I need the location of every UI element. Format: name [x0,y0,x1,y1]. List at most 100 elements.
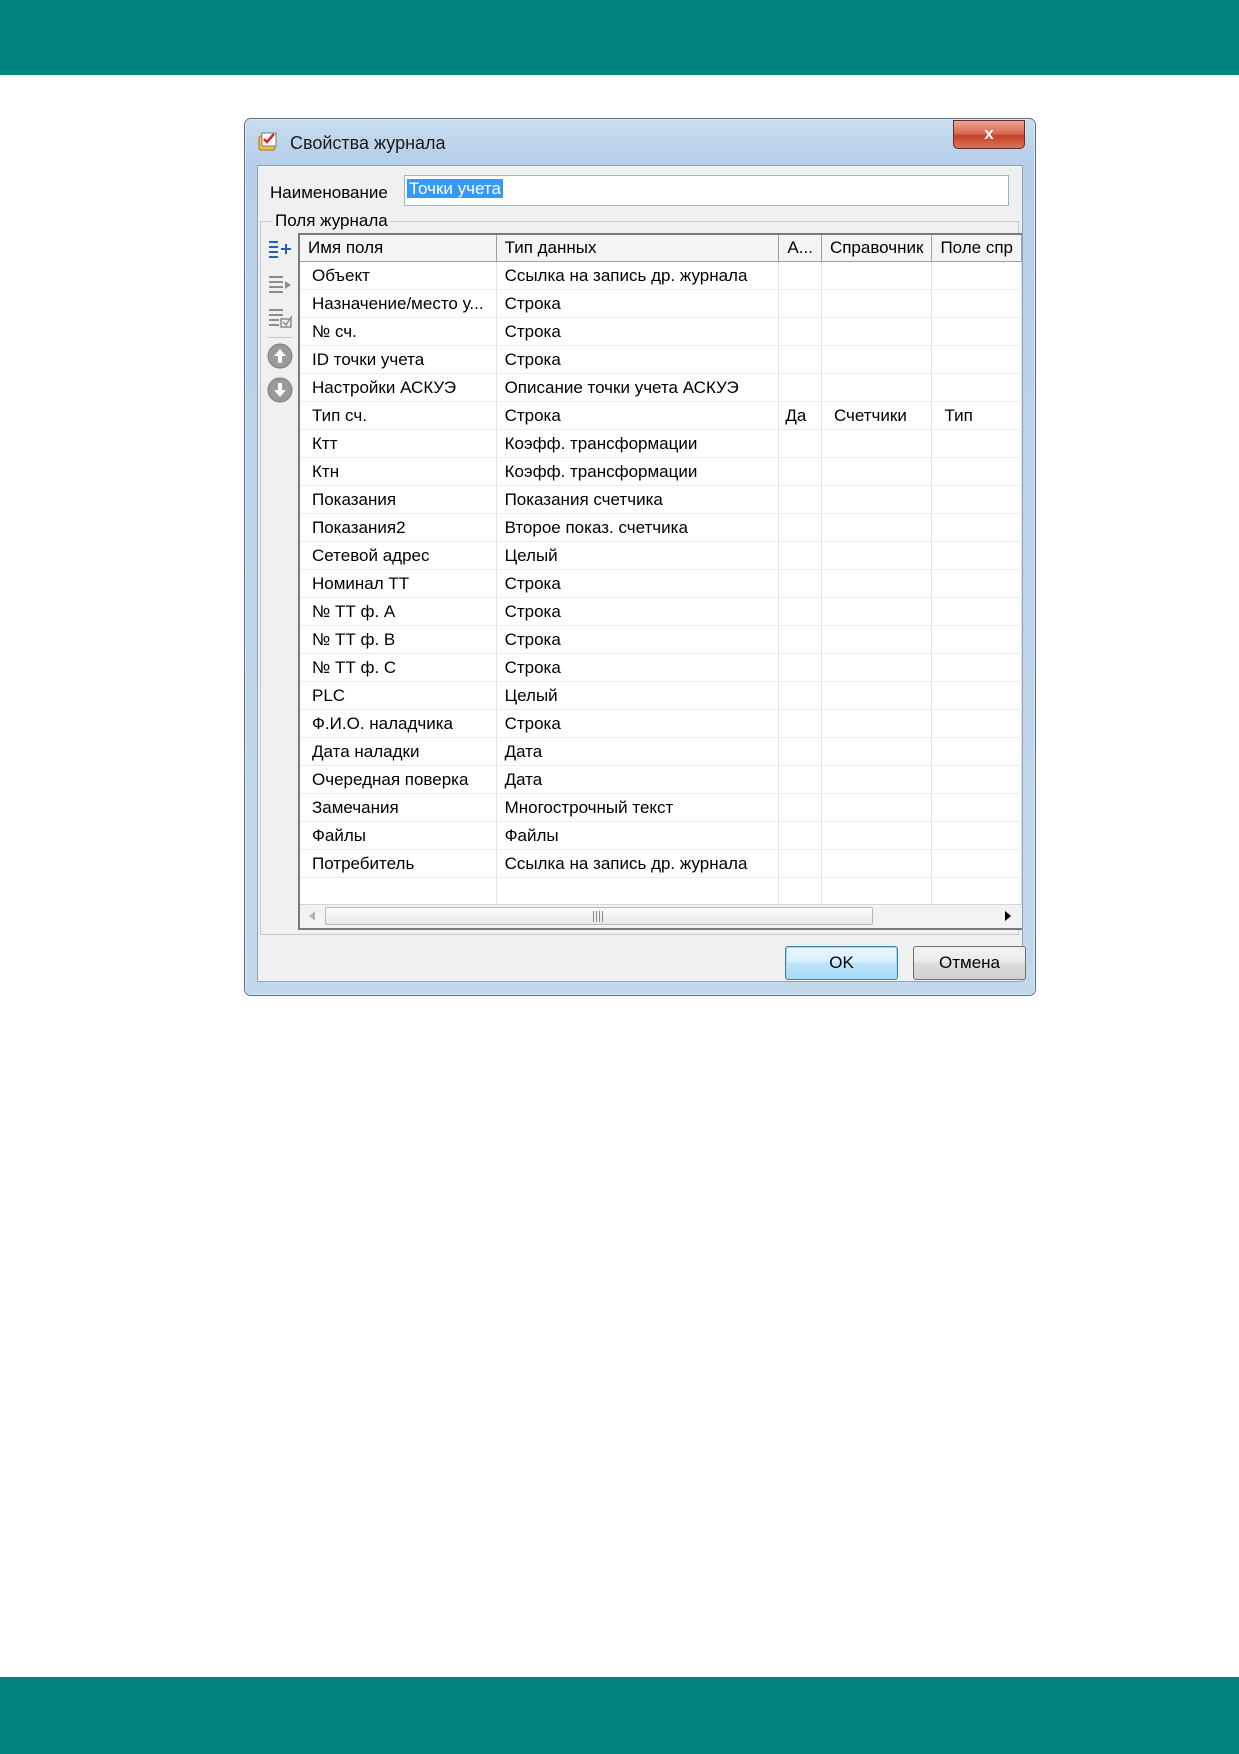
table-row[interactable]: Очередная поверка Дата [300,765,1022,794]
cell-field-name: Очередная поверка [300,765,497,794]
close-button[interactable]: x [953,120,1025,149]
column-header-reference-field[interactable]: Поле спр [931,235,1022,262]
cell-a [778,877,822,906]
add-field-button[interactable] [266,236,294,264]
table-row[interactable]: Тип сч. Строка Да Счетчики Тип [300,401,1022,430]
cell-a [778,569,822,598]
cell-a [778,709,822,738]
cell-a [778,457,822,486]
table-row[interactable]: Файлы Файлы [300,821,1022,850]
cell-reference-field [931,513,1022,542]
scrollbar-thumb[interactable] [325,907,873,925]
edit-field-button[interactable] [266,304,294,332]
table-row[interactable]: № ТТ ф. В Строка [300,625,1022,654]
table-row[interactable]: Назначение/место у... Строка [300,289,1022,318]
cell-field-name: Сетевой адрес [300,541,497,570]
cell-reference [821,737,933,766]
cell-field-name: Потребитель [300,849,497,878]
move-down-button[interactable] [266,376,294,404]
table-row[interactable]: Показания2 Второе показ. счетчика [300,513,1022,542]
cell-reference [821,849,933,878]
cell-data-type: Строка [496,317,780,346]
cell-field-name [300,877,497,906]
table-row[interactable]: Настройки АСКУЭ Описание точки учета АСКУ… [300,373,1022,402]
cell-reference-field [931,625,1022,654]
cancel-button[interactable]: Отмена [913,946,1026,980]
cell-a [778,653,822,682]
cell-a [778,429,822,458]
cell-a [778,261,822,290]
table-row[interactable] [300,877,1022,906]
insert-field-button[interactable] [266,270,294,298]
cell-reference [821,681,933,710]
table-row[interactable]: № ТТ ф. А Строка [300,597,1022,626]
cell-a [778,289,822,318]
fields-grid[interactable]: Имя поля Тип данных А... Справочник Поле… [298,233,1022,930]
cell-a [778,513,822,542]
cell-a [778,793,822,822]
column-header-reference[interactable]: Справочник [821,235,933,262]
move-up-button[interactable] [266,342,294,370]
top-color-band [0,0,1239,75]
cell-field-name: Показания [300,485,497,514]
table-row[interactable]: ID точки учета Строка [300,345,1022,374]
column-header-field-name[interactable]: Имя поля [300,235,497,262]
cell-reference-field [931,261,1022,290]
cell-data-type: Дата [496,765,780,794]
bottom-color-band [0,1677,1239,1754]
cell-a [778,849,822,878]
cell-field-name: № ТТ ф. В [300,625,497,654]
fields-table: Имя поля Тип данных А... Справочник Поле… [300,235,1022,906]
cell-field-name: PLC [300,681,497,710]
table-row[interactable]: № ТТ ф. С Строка [300,653,1022,682]
cell-field-name: Назначение/место у... [300,289,497,318]
table-row[interactable]: PLC Целый [300,681,1022,710]
cell-reference-field [931,765,1022,794]
column-header-a[interactable]: А... [778,235,822,262]
cell-reference-field [931,681,1022,710]
cell-data-type: Строка [496,625,780,654]
cell-data-type: Целый [496,541,780,570]
cell-reference [821,485,933,514]
cell-field-name: Тип сч. [300,401,497,430]
table-row[interactable]: Ктт Коэфф. трансформации [300,429,1022,458]
scroll-left-icon[interactable] [308,910,316,922]
ok-button[interactable]: OK [785,946,898,980]
scroll-right-icon[interactable] [1004,910,1012,922]
journal-properties-dialog: Свойства журнала x Наименование Точки уч… [244,118,1036,996]
table-row[interactable]: Сетевой адрес Целый [300,541,1022,570]
table-row[interactable]: Объект Ссылка на запись др. журнала [300,261,1022,290]
cell-field-name: Замечания [300,793,497,822]
cell-reference [821,625,933,654]
cell-reference [821,513,933,542]
cell-data-type: Ссылка на запись др. журнала [496,849,780,878]
table-row[interactable]: Показания Показания счетчика [300,485,1022,514]
cell-a [778,373,822,402]
scrollbar-grip [593,911,605,922]
cell-reference-field [931,821,1022,850]
table-row[interactable]: Ктн Коэфф. трансформации [300,457,1022,486]
cell-reference [821,541,933,570]
table-row[interactable]: Номинал ТТ Строка [300,569,1022,598]
table-row[interactable]: Ф.И.О. наладчика Строка [300,709,1022,738]
horizontal-scrollbar[interactable] [300,904,1022,928]
cell-reference [821,821,933,850]
table-row[interactable]: Дата наладки Дата [300,737,1022,766]
cell-reference-field [931,289,1022,318]
dialog-titlebar[interactable]: Свойства журнала x [245,119,1035,165]
column-header-data-type[interactable]: Тип данных [496,235,780,262]
table-row[interactable]: Замечания Многострочный текст [300,793,1022,822]
insert-field-icon [269,276,291,293]
cell-field-name: № сч. [300,317,497,346]
name-input[interactable]: Точки учета [404,175,1009,206]
cell-data-type: Коэфф. трансформации [496,457,780,486]
cell-data-type: Ссылка на запись др. журнала [496,261,780,290]
table-row[interactable]: № сч. Строка [300,317,1022,346]
cell-field-name: Объект [300,261,497,290]
cell-data-type: Строка [496,653,780,682]
table-row[interactable]: Потребитель Ссылка на запись др. журнала [300,849,1022,878]
cell-reference [821,429,933,458]
cell-reference [821,877,933,906]
cell-field-name: ID точки учета [300,345,497,374]
cell-reference-field [931,597,1022,626]
